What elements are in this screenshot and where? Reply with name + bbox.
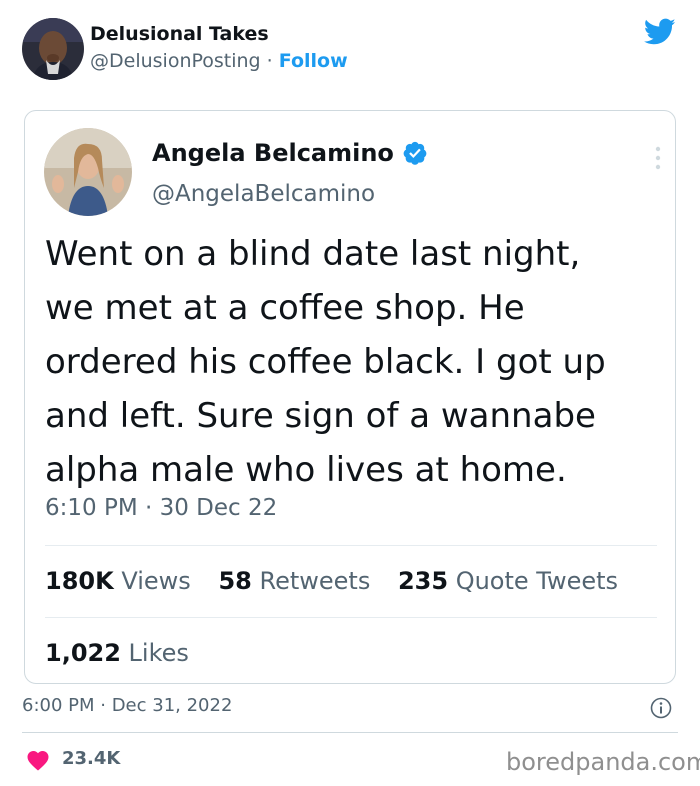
- watermark: boredpanda.com: [506, 748, 700, 776]
- likes-count: 1,022: [45, 639, 121, 667]
- author-avatar[interactable]: [22, 18, 84, 80]
- embedded-tweet: Delusional Takes @DelusionPosting · Foll…: [0, 0, 700, 786]
- likes-label: Likes: [120, 639, 189, 667]
- engagement-stats: 180K Views 58 Retweets 235 Quote Tweets: [45, 567, 638, 595]
- views-count: 180K: [45, 567, 114, 595]
- retweets-stat[interactable]: 58 Retweets: [218, 567, 370, 595]
- author-handle-line: @DelusionPosting · Follow: [90, 50, 348, 72]
- quoted-author-handle[interactable]: @AngelaBelcamino: [152, 181, 375, 207]
- quotes-label: Quote Tweets: [448, 567, 619, 595]
- author-handle[interactable]: @DelusionPosting: [90, 50, 261, 72]
- divider: [45, 545, 657, 546]
- divider: [45, 617, 657, 618]
- quoted-author-avatar[interactable]: [44, 128, 132, 216]
- post-timestamp[interactable]: 6:00 PM · Dec 31, 2022: [22, 695, 232, 716]
- follow-button[interactable]: Follow: [279, 50, 348, 72]
- quoted-tweet-text: Went on a blind date last night, we met …: [45, 234, 606, 490]
- footer-divider: [22, 732, 678, 733]
- quoted-tweet-timestamp[interactable]: 6:10 PM · 30 Dec 22: [45, 495, 277, 521]
- views-label: Views: [113, 567, 191, 595]
- more-options-icon[interactable]: [652, 145, 664, 171]
- likes-stat[interactable]: 1,022 Likes: [45, 639, 189, 667]
- quotes-stat[interactable]: 235 Quote Tweets: [398, 567, 618, 595]
- views-stat[interactable]: 180K Views: [45, 567, 191, 595]
- quotes-count: 235: [397, 567, 449, 595]
- like-count: 23.4K: [62, 748, 121, 769]
- retweets-count: 58: [218, 567, 252, 595]
- twitter-bird-icon[interactable]: [644, 18, 676, 46]
- quoted-tweet-card[interactable]: Angela Belcamino @AngelaBelcamino Went o…: [24, 110, 676, 684]
- info-icon[interactable]: [650, 697, 672, 719]
- author-name[interactable]: Delusional Takes: [90, 23, 269, 45]
- retweets-label: Retweets: [251, 567, 371, 595]
- separator: ·: [260, 50, 279, 72]
- quoted-author-row: Angela Belcamino: [152, 139, 428, 167]
- verified-badge-icon: [403, 141, 427, 165]
- heart-icon[interactable]: [26, 749, 50, 771]
- quoted-author-name[interactable]: Angela Belcamino: [152, 139, 394, 167]
